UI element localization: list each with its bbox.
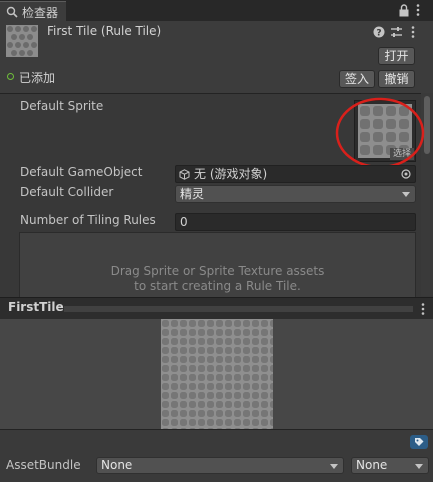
asset-bundle-label: AssetBundle [6,458,81,472]
more-vert-icon[interactable] [415,3,421,20]
asset-bundle-name-value: None [101,458,133,472]
annotation-circle [335,97,425,169]
more-vert-icon[interactable] [420,302,426,319]
default-gameobject-field[interactable]: 无 (游戏对象) [175,165,416,183]
more-vert-icon[interactable] [410,25,416,42]
added-status-dot [7,73,14,80]
asset-bundle-variant-value: None [356,458,388,472]
tiling-rules-label: Number of Tiling Rules [20,213,156,227]
asset-bundle-name-dropdown[interactable]: None [96,457,344,474]
tiling-rules-input[interactable]: 0 [175,213,416,231]
chevron-down-icon [402,192,410,197]
default-sprite-label: Default Sprite [20,99,104,113]
search-icon [6,6,18,18]
gameobject-cube-icon [179,169,190,180]
preview-drag-handle[interactable] [64,306,413,312]
asset-bundle-bar [0,429,433,482]
object-picker-icon[interactable] [401,169,411,179]
default-gameobject-label: Default GameObject [20,165,143,179]
asset-bundle-variant-dropdown[interactable]: None [351,457,429,474]
tab-label: 检查器 [22,5,59,20]
rules-drop-hint-line2: to start creating a Rule Tile. [134,279,301,293]
default-collider-dropdown[interactable]: 精灵 [175,185,416,203]
lock-icon[interactable] [398,4,410,20]
help-icon[interactable]: ? [373,26,385,41]
default-collider-label: Default Collider [20,185,114,199]
default-gameobject-value: 无 (游戏对象) [194,167,268,181]
tab-inspector[interactable]: 检查器 [0,1,66,22]
asset-title: First Tile (Rule Tile) [47,24,162,38]
default-collider-value: 精灵 [180,187,205,201]
rule-tile-thumbnail [6,25,38,57]
added-status-label: 已添加 [19,71,56,85]
tile-preview-image [161,319,273,429]
rules-drop-hint-line1: Drag Sprite or Sprite Texture assets [110,264,325,278]
asset-label-button[interactable] [410,435,428,449]
svg-text:?: ? [376,29,381,39]
tag-icon [415,438,424,446]
preview-title: FirstTile [8,300,64,314]
revert-button[interactable]: 撤销 [378,70,415,88]
open-button[interactable]: 打开 [378,47,415,65]
chevron-down-icon [415,464,423,469]
chevron-down-icon [330,464,338,469]
settings-sliders-icon[interactable] [390,26,403,41]
sign-in-button[interactable]: 签入 [339,70,375,88]
